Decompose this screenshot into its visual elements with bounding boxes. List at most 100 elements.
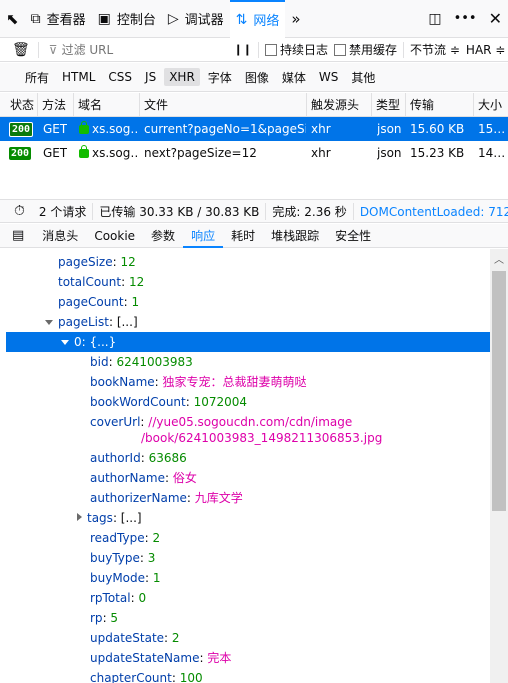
scrollbar-thumb[interactable] [492,271,506,511]
collapsed-arrow-icon[interactable] [77,513,82,521]
column-transferred[interactable]: 传输 [406,93,474,117]
json-tree-row[interactable]: updateState: 2 [90,628,180,648]
json-tree-row[interactable]: bookName: 独家专宠：总裁甜妻萌萌哒 [90,372,307,392]
finish-time: 完成: 2.36 秒 [266,202,354,220]
more-tools-button[interactable]: » [285,0,306,38]
tab-console[interactable]: ▣ 控制台 [92,0,162,38]
debugger-icon: ▷ [167,10,179,27]
tab-label: 调试器 [184,13,224,28]
json-tree-row[interactable]: authorizerName: 九库文学 [90,488,243,508]
type-filter-html[interactable]: HTML [57,68,100,86]
json-value: 2 [152,531,161,545]
tab-network[interactable]: ⇅ 网络 [229,0,286,38]
json-tree-row[interactable]: 0: {...} [6,332,490,352]
tab-debugger[interactable]: ▷ 调试器 [162,0,230,38]
type-filter-all[interactable]: 所有 [20,67,54,88]
tab-headers[interactable]: 消息头 [34,224,86,248]
json-tree-row[interactable]: pageList: [...] [45,312,138,332]
type-filter-css[interactable]: CSS [103,68,137,86]
json-tree-row[interactable]: rp: 5 [90,608,118,628]
request-domain: xs.sog… [79,117,139,141]
json-value: /book/6241003983_1498211306853.jpg [141,431,383,445]
har-select[interactable]: HAR ≑ [466,43,505,57]
json-tree-row[interactable]: authorId: 63686 [90,448,187,468]
checkbox-icon [334,44,347,56]
type-filter-media[interactable]: 媒体 [277,67,311,88]
pause-icon[interactable]: ❙❙ [228,43,258,56]
overflow-menu-button[interactable]: ••• [448,0,483,38]
json-tree-row[interactable]: pageSize: 12 [58,252,136,272]
toggle-sidebar-icon[interactable]: ▤ [0,228,34,243]
json-value: 0 [138,591,147,605]
type-filter-fonts[interactable]: 字体 [203,67,237,88]
json-tree-row[interactable]: /book/6241003983_1498211306853.jpg [141,428,382,448]
dock-button[interactable]: ◫ [422,0,447,38]
json-tree-row[interactable]: authorName: 俗女 [90,468,197,488]
type-filter-js[interactable]: JS [140,68,161,86]
json-value: [...] [116,315,138,329]
json-tree-row[interactable]: pageCount: 1 [58,292,139,312]
json-key: authorName [90,471,165,485]
json-tree-row[interactable]: buyMode: 1 [90,568,161,588]
request-count: 2 个请求 [33,202,94,220]
disable-cache-checkbox[interactable]: 禁用缓存 [334,41,397,58]
column-domain[interactable]: 域名 [74,93,140,117]
json-key: pageList [58,315,109,329]
persist-log-checkbox[interactable]: 持续日志 [265,41,328,58]
json-value: 100 [179,671,203,683]
tab-security[interactable]: 安全性 [327,224,379,248]
json-key: pageSize [58,255,113,269]
type-filter-xhr[interactable]: XHR [164,68,200,86]
type-filter-ws[interactable]: WS [314,68,343,86]
type-filter-other[interactable]: 其他 [346,67,380,88]
request-transferred: 15.23 KB [410,146,465,160]
tab-inspector[interactable]: ⧉ 查看器 [25,0,92,38]
json-tree-row[interactable]: totalCount: 12 [58,272,144,292]
json-tree-row[interactable]: updateStateName: 完本 [90,648,231,668]
vertical-scrollbar[interactable]: ︿ [490,249,508,683]
checkbox-icon [265,44,278,56]
throttle-select[interactable]: 不节流 ≑ [404,41,466,58]
column-size[interactable]: 大小 [474,93,508,117]
column-cause[interactable]: 触发源头 [307,93,372,117]
json-tree-row[interactable]: chapterCount: 100 [90,668,203,683]
tab-timings[interactable]: 耗时 [223,224,263,248]
status-badge: 200 [9,122,34,137]
column-status[interactable]: 状态 [6,93,38,117]
request-row[interactable]: 200 GET xs.sog… current?pageNo=1&pageSiz… [0,117,508,141]
json-tree-row[interactable]: readType: 2 [90,528,160,548]
json-tree-row[interactable]: rpTotal: 0 [90,588,146,608]
json-tree-row[interactable]: bookWordCount: 1072004 [90,392,247,412]
filter-bar: 🗑 ⊽ ❙❙ 持续日志 禁用缓存 不节流 ≑ HAR ≑ [0,38,508,62]
json-tree-row[interactable]: buyType: 3 [90,548,155,568]
column-method[interactable]: 方法 [38,93,74,117]
console-icon: ▣ [97,10,111,27]
element-picker-button[interactable]: ⬉ [0,0,25,38]
expanded-arrow-icon[interactable] [61,340,69,345]
tab-response[interactable]: 响应 [183,224,224,248]
json-value: 1 [152,571,161,585]
tab-stack-trace[interactable]: 堆栈跟踪 [263,224,327,248]
stopwatch-icon[interactable]: ⏱ [0,203,33,219]
pick-element-icon: ⬉ [6,9,19,28]
json-key: buyType [90,551,140,565]
tab-params[interactable]: 参数 [143,224,183,248]
column-type[interactable]: 类型 [372,93,406,117]
tab-cookies[interactable]: Cookie [86,224,143,248]
status-badge: 200 [9,147,32,160]
json-response-tree: pageSize: 12 totalCount: 12 pageCount: 1 pa… [0,249,490,683]
scroll-up-icon[interactable]: ︿ [494,251,504,266]
json-key: authorId [90,451,141,465]
type-filter-images[interactable]: 图像 [240,67,274,88]
trash-icon[interactable]: 🗑 [0,42,38,58]
url-filter-input[interactable] [61,42,222,57]
json-tree-row[interactable]: tags: [...] [77,508,142,528]
close-button[interactable]: ✕ [483,0,508,38]
json-tree-row[interactable]: bid: 6241003983 [90,352,193,372]
request-row[interactable]: 200 GET xs.sog… next?pageSize=12 xhr jso… [0,141,508,165]
expanded-arrow-icon[interactable] [45,320,53,325]
column-file[interactable]: 文件 [140,93,307,117]
double-chevron-right-icon: » [291,9,301,28]
json-value: 九库文学 [194,491,243,505]
json-value: 2 [171,631,180,645]
